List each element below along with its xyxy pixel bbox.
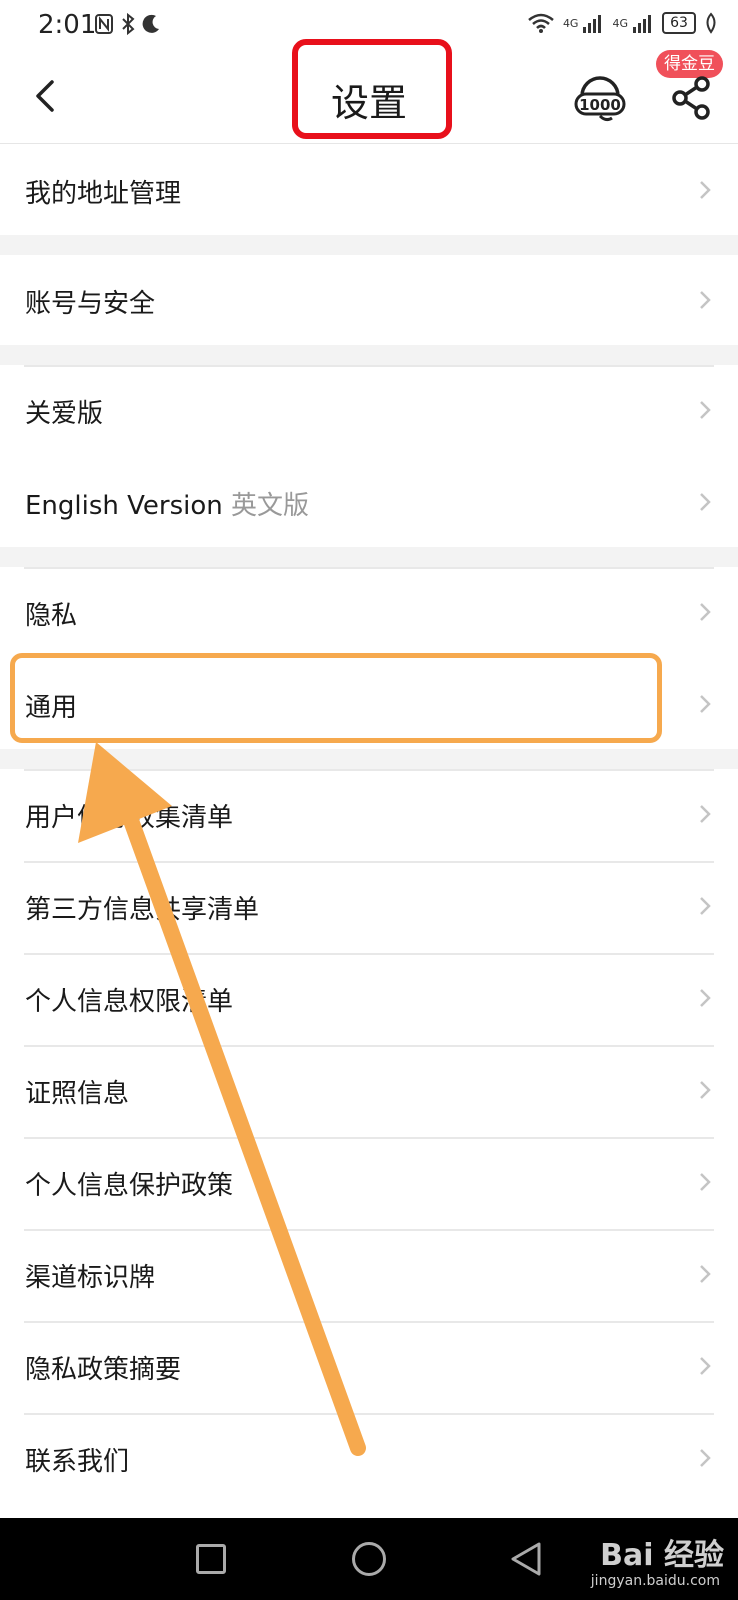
settings-item[interactable]: 第三方信息共享清单	[0, 861, 738, 951]
chevron-right-icon	[700, 1449, 711, 1467]
divider	[24, 1321, 714, 1323]
chevron-right-icon	[700, 603, 711, 621]
settings-item-label: 证照信息	[25, 1073, 129, 1110]
settings-item-label: 第三方信息共享清单	[25, 889, 259, 926]
chevron-right-icon	[700, 493, 711, 511]
divider	[24, 1045, 714, 1047]
section-gap	[0, 547, 738, 567]
settings-item[interactable]: 我的地址管理	[0, 145, 738, 235]
signal-icon	[633, 15, 651, 33]
chevron-right-icon	[700, 805, 711, 823]
recent-apps-button[interactable]	[196, 1544, 226, 1574]
chevron-right-icon	[700, 1081, 711, 1099]
divider	[24, 1229, 714, 1231]
settings-item-text: 渠道标识牌	[25, 1263, 156, 1293]
system-nav-bar: Bai 经验 jingyan.baidu.com	[0, 1518, 738, 1600]
divider	[24, 1137, 714, 1139]
settings-item[interactable]: 个人信息保护政策	[0, 1137, 738, 1227]
settings-item-text: 证照信息	[25, 1079, 130, 1109]
network-type-2: 4G	[612, 16, 628, 30]
customer-service-button[interactable]: 1000	[572, 70, 628, 126]
chevron-right-icon	[700, 695, 711, 713]
signal-icon	[583, 15, 602, 33]
divider	[24, 1413, 714, 1415]
wifi-icon	[528, 13, 554, 33]
settings-item-text: 用户信息收集清单	[25, 803, 234, 833]
settings-item[interactable]: 用户信息收集清单	[0, 769, 738, 859]
status-left-icons	[94, 12, 162, 36]
network-type-1: 4G	[562, 16, 579, 30]
home-button[interactable]	[352, 1542, 386, 1576]
settings-item-label: 关爱版	[25, 393, 103, 430]
moon-icon	[142, 14, 159, 33]
chevron-right-icon	[700, 1265, 711, 1283]
settings-item-text: 隐私	[25, 601, 78, 631]
settings-item[interactable]: 隐私政策摘要	[0, 1321, 738, 1411]
nfc-icon	[95, 14, 113, 34]
settings-item-text: 隐私政策摘要	[25, 1355, 182, 1385]
nav-bar: 设置 1000 得金豆	[0, 39, 738, 144]
headset-icon: 1000	[574, 76, 626, 122]
settings-item-text: 第三方信息共享清单	[25, 895, 260, 925]
settings-item[interactable]: 账号与安全	[0, 255, 738, 345]
settings-item-text: 联系我们	[25, 1447, 130, 1477]
watermark-brand: Bai 经验	[600, 1538, 724, 1573]
chevron-right-icon	[700, 1357, 711, 1375]
settings-item[interactable]: 个人信息权限清单	[0, 953, 738, 1043]
settings-item-text: 关爱版	[25, 399, 104, 429]
settings-item-label: 个人信息保护政策	[25, 1165, 233, 1202]
section-gap	[0, 749, 738, 769]
settings-item-label: 用户信息收集清单	[25, 797, 233, 834]
section-gap	[0, 345, 738, 365]
title-highlight-annotation	[292, 39, 452, 139]
divider	[24, 365, 714, 367]
settings-item-label: 我的地址管理	[25, 173, 181, 210]
settings-item-label: English Version 英文版	[25, 485, 309, 522]
settings-item-label: 个人信息权限清单	[25, 981, 233, 1018]
divider	[24, 953, 714, 955]
settings-item[interactable]: 渠道标识牌	[0, 1229, 738, 1319]
status-time: 2:01	[38, 10, 97, 40]
chevron-right-icon	[700, 989, 711, 1007]
settings-item-label: 联系我们	[25, 1441, 129, 1478]
settings-item[interactable]: 联系我们	[0, 1413, 738, 1503]
battery-indicator: 63	[662, 12, 696, 34]
bluetooth-icon	[122, 12, 135, 36]
watermark-url: jingyan.baidu.com	[590, 1573, 720, 1589]
chevron-right-icon	[700, 401, 711, 419]
settings-item-label: 渠道标识牌	[25, 1257, 155, 1294]
settings-item-label: 隐私政策摘要	[25, 1349, 181, 1386]
section-gap	[0, 235, 738, 255]
settings-item-label: 账号与安全	[25, 283, 155, 320]
settings-item-text: English Version	[25, 491, 223, 521]
settings-item-text: 我的地址管理	[25, 179, 182, 209]
status-right-icons: 4G 4G 63	[527, 12, 718, 34]
chevron-right-icon	[700, 291, 711, 309]
divider	[24, 567, 714, 569]
settings-item[interactable]: English Version 英文版	[0, 457, 738, 547]
leaf-icon	[706, 12, 716, 34]
settings-item-subtext: 英文版	[231, 491, 310, 521]
system-back-icon[interactable]	[508, 1540, 544, 1578]
chevron-right-icon	[700, 1173, 711, 1191]
settings-item[interactable]: 证照信息	[0, 1045, 738, 1135]
service-label: 1000	[579, 96, 621, 114]
settings-item-text: 账号与安全	[25, 289, 156, 319]
divider	[24, 769, 714, 771]
settings-item-text: 个人信息权限清单	[25, 987, 234, 1017]
chevron-right-icon	[700, 181, 711, 199]
share-icon[interactable]	[668, 72, 716, 124]
settings-item[interactable]: 关爱版	[0, 365, 738, 455]
settings-item-text: 个人信息保护政策	[25, 1171, 234, 1201]
settings-item[interactable]: 隐私	[0, 567, 738, 657]
settings-item-label: 隐私	[25, 595, 77, 632]
chevron-right-icon	[700, 897, 711, 915]
general-highlight-annotation	[10, 653, 662, 743]
divider	[24, 861, 714, 863]
